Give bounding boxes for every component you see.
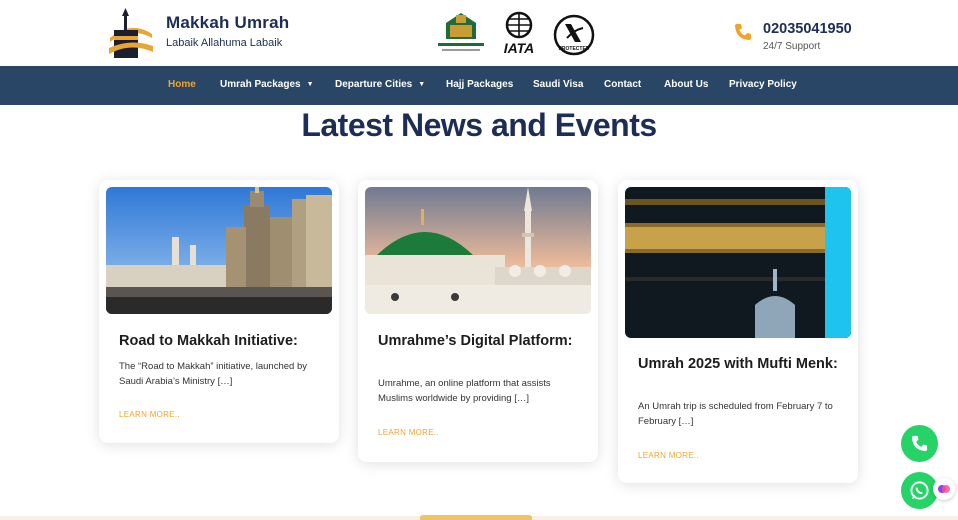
news-card-title[interactable]: Umrah 2025 with Mufti Menk: (638, 355, 838, 373)
brand-title[interactable]: Makkah Umrah (166, 13, 289, 33)
iata-logo: IATA (504, 11, 535, 55)
chevron-down-icon: ▼ (306, 80, 314, 88)
news-card[interactable]: Road to Makkah Initiative: The “Road to … (99, 180, 339, 443)
footer-tab[interactable] (420, 515, 532, 520)
nav-hajj-packages[interactable]: Hajj Packages (446, 79, 513, 90)
news-card-excerpt: The “Road to Makkah” initiative, launche… (119, 361, 307, 387)
news-card-title[interactable]: Road to Makkah Initiative: (119, 332, 319, 350)
phone-number[interactable]: 02035041950 (763, 21, 852, 37)
ministry-of-hajj-logo (438, 13, 484, 51)
nav-contact[interactable]: Contact (604, 79, 641, 90)
chat-bot-icon (938, 485, 950, 493)
call-button[interactable] (901, 425, 938, 462)
whatsapp-icon (910, 481, 929, 500)
news-card-excerpt: An Umrah trip is scheduled from February… (638, 401, 833, 427)
learn-more-link[interactable]: LEARN MORE.. (119, 410, 180, 419)
news-card[interactable]: Umrahme’s Digital Platform: Umrahme, an … (358, 180, 598, 462)
nav-privacy-policy[interactable]: Privacy Policy (729, 79, 797, 90)
call-icon (911, 435, 928, 452)
nav-departure-cities[interactable]: Departure Cities ▼ (335, 79, 425, 90)
brand-tagline: Labaik Allahuma Labaik (166, 37, 283, 49)
learn-more-link[interactable]: LEARN MORE.. (638, 451, 699, 460)
news-card-title[interactable]: Umrahme’s Digital Platform: (378, 332, 578, 350)
main-nav: Home Umrah Packages ▼ Departure Cities ▼ H… (0, 66, 958, 105)
nav-about-us[interactable]: About Us (664, 79, 708, 90)
nav-saudi-visa[interactable]: Saudi Visa (533, 79, 583, 90)
nav-privacy-policy-label: Privacy Policy (729, 79, 797, 90)
site-header: Makkah Umrah Labaik Allahuma Labaik IATA… (0, 0, 958, 66)
nav-contact-label: Contact (604, 79, 642, 90)
nav-about-us-label: About Us (664, 79, 709, 90)
news-card-image[interactable] (106, 187, 332, 314)
nav-home-label: Home (168, 79, 196, 90)
chevron-down-icon: ▼ (418, 80, 426, 88)
news-card[interactable]: Umrah 2025 with Mufti Menk: An Umrah tri… (618, 180, 858, 483)
atol-protected-logo: PROTECTED (553, 14, 595, 56)
learn-more-link[interactable]: LEARN MORE.. (378, 428, 439, 437)
phone-icon (735, 24, 751, 40)
section-title: Latest News and Events (301, 107, 657, 143)
nav-hajj-packages-label: Hajj Packages (446, 79, 514, 90)
svg-text:IATA: IATA (504, 40, 535, 55)
news-card-image[interactable] (365, 187, 591, 314)
chat-bot-button[interactable] (933, 478, 955, 500)
news-card-image[interactable] (625, 187, 851, 338)
nav-home[interactable]: Home (168, 79, 196, 90)
nav-departure-cities-label: Departure Cities (335, 79, 413, 90)
news-card-excerpt: Umrahme, an online platform that assists… (378, 378, 551, 404)
nav-umrah-packages[interactable]: Umrah Packages ▼ (220, 79, 314, 90)
nav-saudi-visa-label: Saudi Visa (533, 79, 584, 90)
svg-text:PROTECTED: PROTECTED (559, 46, 590, 52)
kaaba-logo[interactable] (106, 8, 156, 60)
support-label: 24/7 Support (763, 41, 821, 52)
nav-umrah-packages-label: Umrah Packages (220, 79, 301, 90)
